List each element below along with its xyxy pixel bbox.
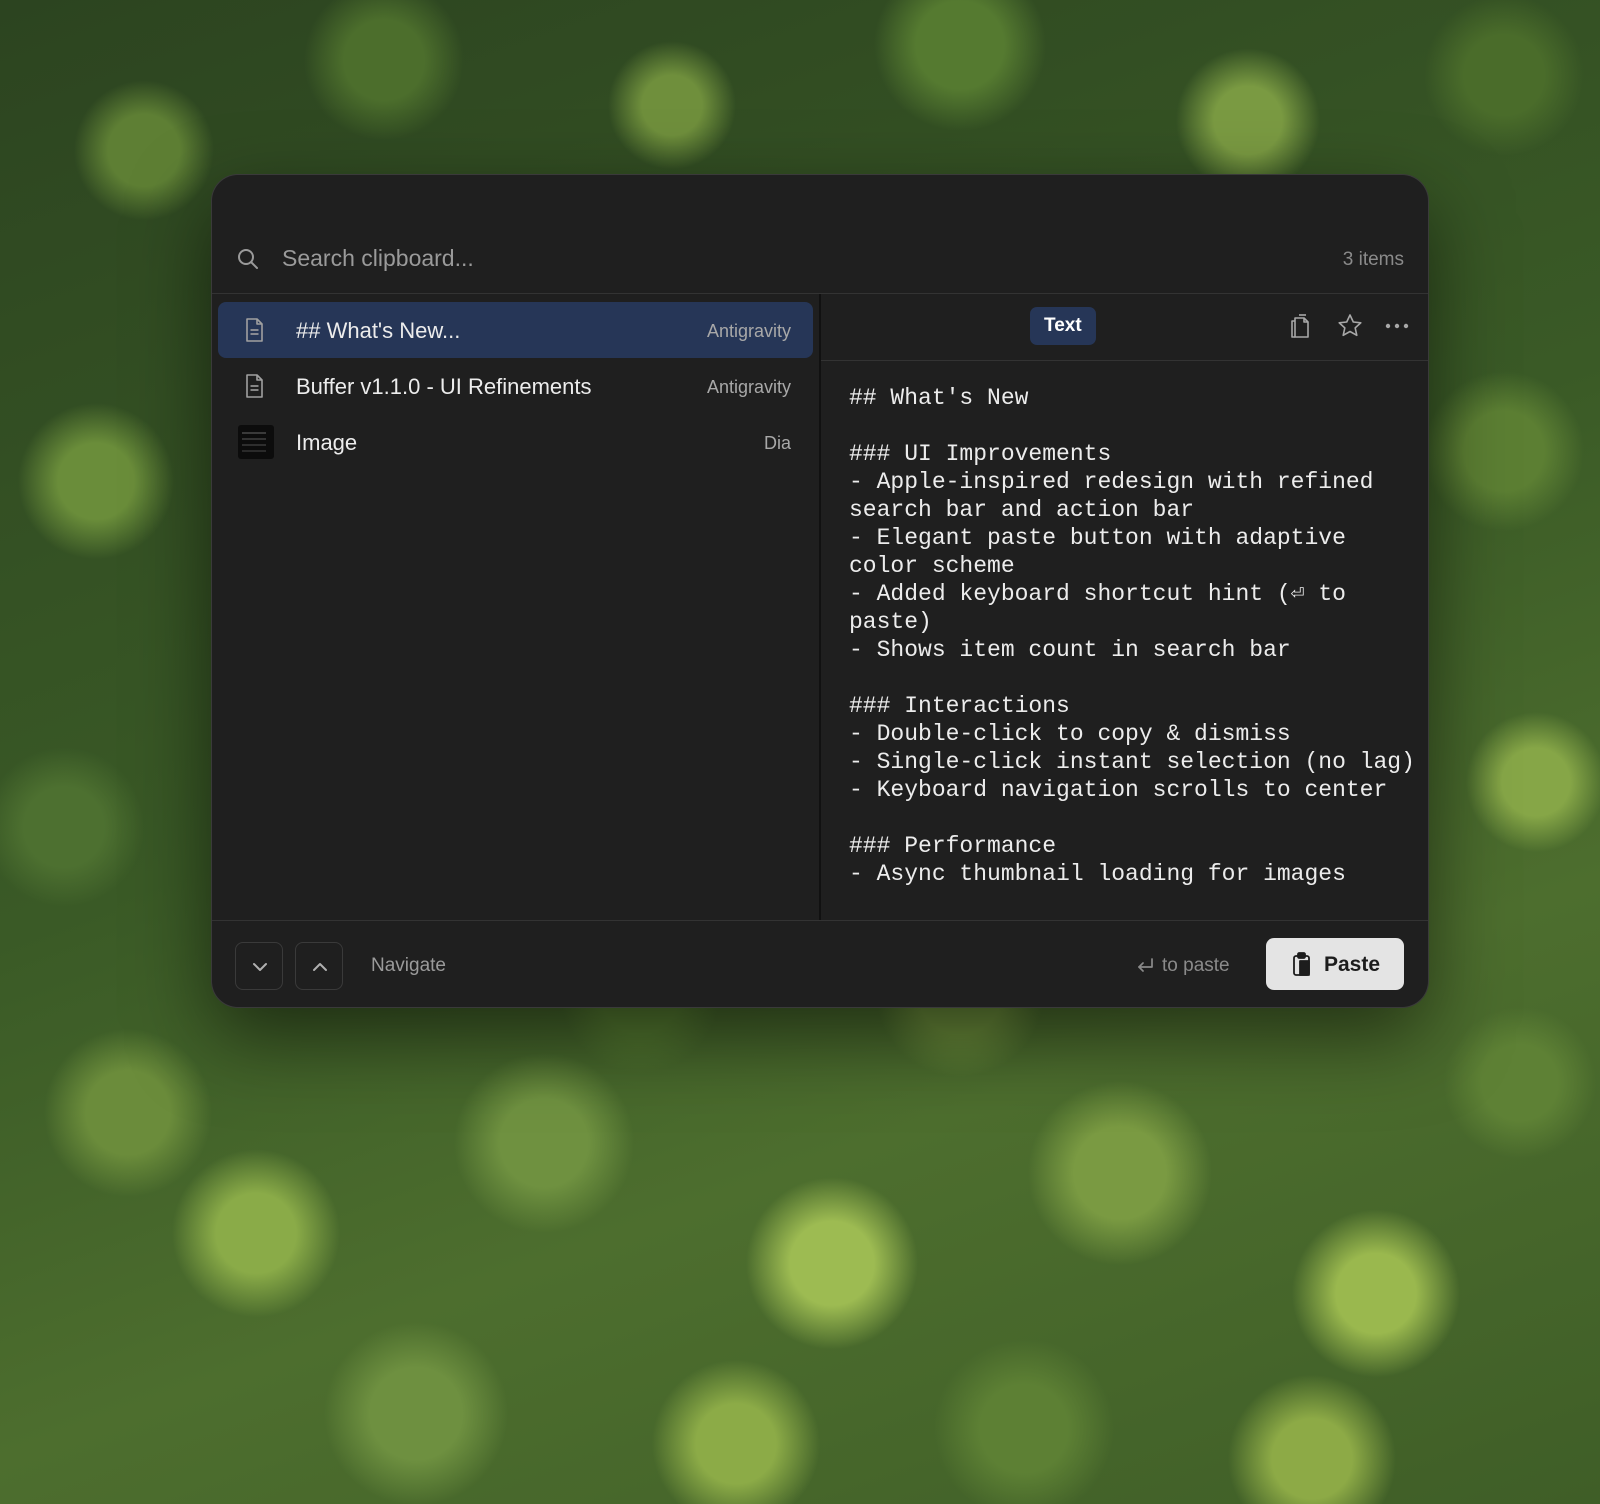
return-key-icon [1138, 958, 1153, 972]
list-item[interactable]: ## What's New... Antigravity [218, 302, 813, 358]
list-item-title: Buffer v1.1.0 - UI Refinements [296, 374, 592, 399]
clipboard-window: 3 items ## What's New... Antigravity Buf… [212, 175, 1428, 1007]
list-item[interactable]: Image Dia [218, 414, 813, 470]
copy-icon[interactable] [1286, 311, 1316, 341]
preview-content: ## What's New ### UI Improvements - Appl… [849, 385, 1415, 887]
list-item[interactable]: Buffer v1.1.0 - UI Refinements Antigravi… [218, 358, 813, 414]
navigate-down-button[interactable] [235, 942, 283, 990]
more-icon[interactable] [1382, 311, 1412, 341]
clipboard-list: ## What's New... Antigravity Buffer v1.1… [212, 294, 819, 921]
document-icon [246, 318, 263, 342]
image-thumbnail [238, 425, 274, 459]
list-item-source: Antigravity [706, 377, 791, 397]
paste-button-label: Paste [1324, 953, 1381, 976]
list-item-source: Antigravity [706, 321, 791, 341]
preview-header: Text [821, 294, 1428, 361]
navigate-label: Navigate [371, 955, 446, 976]
preview-pane: Text ## What's New ### UI Improvements -… [821, 294, 1428, 921]
chevron-up-icon [313, 963, 327, 971]
search-bar: 3 items [212, 175, 1428, 294]
star-icon[interactable] [1335, 311, 1365, 341]
search-icon [238, 249, 258, 269]
navigate-up-button[interactable] [295, 942, 343, 990]
item-count: 3 items [1342, 249, 1404, 270]
list-item-title: Image [296, 430, 358, 455]
list-item-source: Dia [763, 433, 791, 453]
action-bar: Navigate to paste Paste [212, 920, 1428, 1007]
paste-button[interactable]: Paste [1266, 938, 1404, 990]
search-input[interactable] [280, 237, 1184, 279]
list-item-title: ## What's New... [296, 318, 461, 343]
clipboard-icon [1293, 952, 1310, 976]
chevron-down-icon [253, 963, 267, 971]
content-type-badge: Text [1030, 307, 1096, 345]
paste-shortcut-hint: to paste [1162, 955, 1230, 976]
document-icon [246, 374, 263, 398]
